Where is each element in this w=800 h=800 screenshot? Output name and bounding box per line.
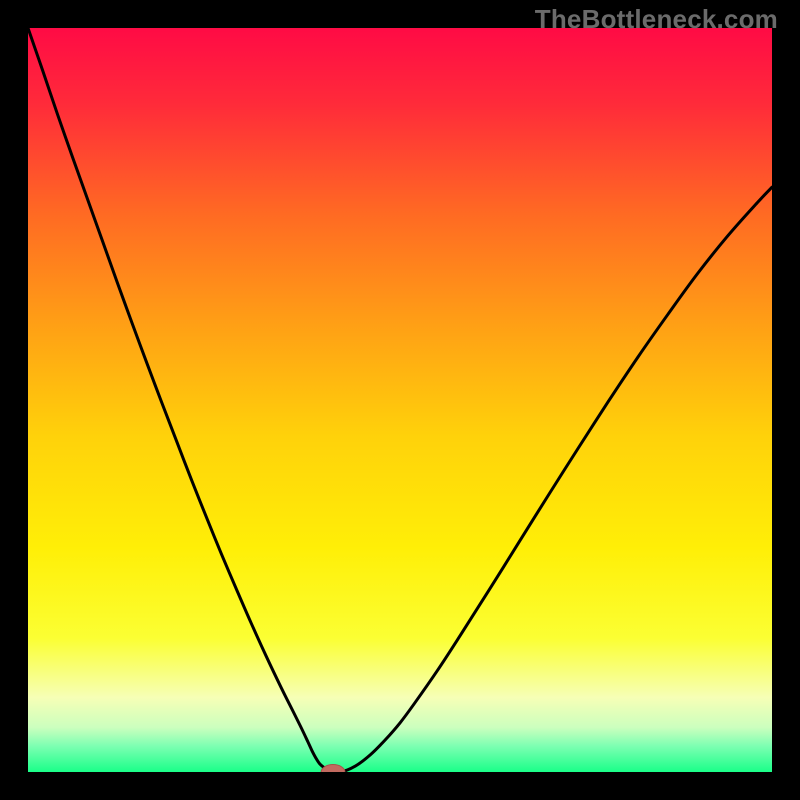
watermark-text: TheBottleneck.com: [535, 4, 778, 35]
chart-frame: TheBottleneck.com: [0, 0, 800, 800]
bottleneck-chart: [28, 28, 772, 772]
plot-area: [28, 28, 772, 772]
gradient-background: [28, 28, 772, 772]
